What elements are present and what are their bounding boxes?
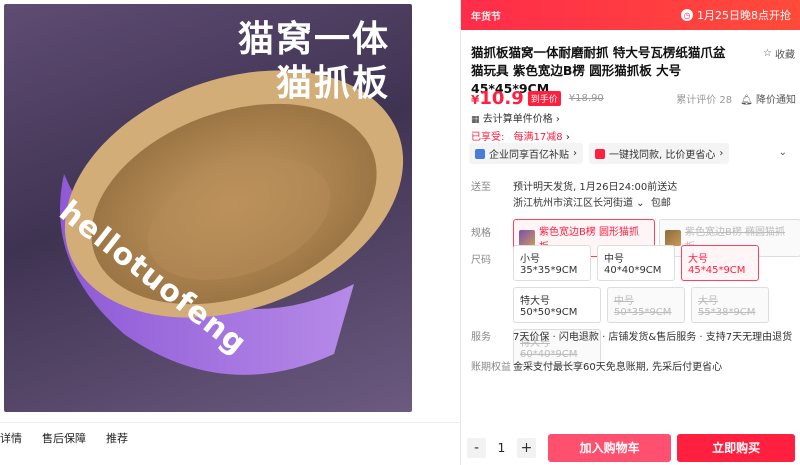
size-option[interactable]: 大号 55*38*9CM (691, 287, 769, 323)
size-option[interactable]: 中号 40*40*9CM (597, 245, 675, 281)
chevron-down-icon[interactable]: ⌄ (779, 147, 787, 158)
quantity-decrease-button[interactable]: - (467, 437, 486, 458)
unit-price-link[interactable]: ▦ 去计算单件价格 › (471, 110, 560, 125)
right-panel: 年货节 ◷ 1月25日晚8点开抢 猫抓板猫窝一体耐磨耐抓 特大号瓦楞纸猫爪盆 猫… (460, 0, 800, 465)
buy-now-button[interactable]: 立即购买 (677, 433, 796, 462)
favorite-button[interactable]: ☆ 收藏 (763, 46, 795, 61)
size-label: 尺码 (471, 255, 491, 266)
left-panel: 猫窝一体 猫抓板 hellotuofeng 详情 售后保障 推荐 (0, 0, 460, 465)
purchase-bar: - 1 + 加入购物车 立即购买 (461, 430, 800, 465)
variant-thumbnail (665, 230, 681, 246)
add-to-cart-button[interactable]: 加入购物车 (547, 433, 672, 462)
service-text: 7天价保 · 闪电退款 · 店铺发货&售后服务 · 支持7天无理由退货 (513, 332, 793, 343)
variant-thumbnail (519, 230, 535, 246)
delivery-address[interactable]: 浙江杭州市滨江区长河街道 ⌄ 包邮 (513, 194, 671, 209)
bell-icon: 🔔︎ (740, 95, 753, 106)
quantity-increase-button[interactable]: + (516, 437, 536, 458)
size-option[interactable]: 小号 35*35*9CM (513, 245, 591, 281)
review-count[interactable]: 累计评价 28 (676, 91, 732, 106)
quantity-value[interactable]: 1 (492, 441, 511, 455)
clock-icon: ◷ (681, 9, 693, 21)
bottom-tabs: 详情 售后保障 推荐 (0, 422, 460, 453)
shipping-label: 送至 (471, 182, 491, 193)
promo-chips: 企业同享百亿补贴 › 一键找同款, 比价更省心 › (469, 143, 730, 164)
delivery-estimate: 预计明天发货, 1月26日24:00前送达 (513, 182, 678, 193)
size-option[interactable]: 中号 50*35*9CM (607, 287, 685, 323)
original-price: ¥18.90 (568, 93, 604, 104)
promo-banner: 年货节 ◷ 1月25日晚8点开抢 (461, 0, 800, 30)
size-option[interactable]: 特大号 50*50*9CM (513, 287, 601, 323)
star-icon: ☆ (763, 48, 772, 59)
price-badge: 到手价 (527, 91, 561, 106)
calculator-icon: ▦ (471, 115, 480, 125)
tab-detail[interactable]: 详情 (0, 430, 22, 446)
promotion-value[interactable]: 每满17减8 (514, 132, 563, 143)
event-logo: 年货节 (471, 11, 501, 23)
promotion-line: 已享受: 每满17减8 › (471, 132, 570, 143)
tab-after-sales[interactable]: 售后保障 (42, 430, 86, 446)
compare-icon (595, 148, 605, 159)
service-label: 服务 (471, 332, 491, 343)
price-drop-notify[interactable]: 🔔︎ 降价通知 (740, 91, 796, 106)
credit-text: 金采支付最长享60天免息账期, 先采后付更省心 (513, 362, 723, 373)
product-image[interactable]: 猫窝一体 猫抓板 hellotuofeng (4, 4, 412, 412)
tab-recommend[interactable]: 推荐 (106, 430, 128, 446)
building-icon (475, 148, 485, 159)
spec-label: 规格 (471, 228, 491, 239)
credit-label: 账期权益 (471, 362, 511, 373)
current-price: ¥10.9 (471, 88, 524, 109)
image-title: 猫窝一体 猫抓板 (237, 19, 390, 104)
size-option[interactable]: 大号 45*45*9CM (681, 245, 759, 281)
chip-enterprise-subsidy[interactable]: 企业同享百亿补贴 › (469, 143, 583, 164)
event-time: 1月25日晚8点开抢 (697, 9, 791, 22)
size-options: 小号 35*35*9CM 中号 40*40*9CM 大号 45*45*9CM 特… (513, 245, 795, 365)
price-row: ¥10.9 到手价 ¥18.90 累计评价 28 🔔︎ 降价通知 (471, 88, 796, 109)
chip-find-same[interactable]: 一键找同款, 比价更省心 › (589, 143, 730, 164)
